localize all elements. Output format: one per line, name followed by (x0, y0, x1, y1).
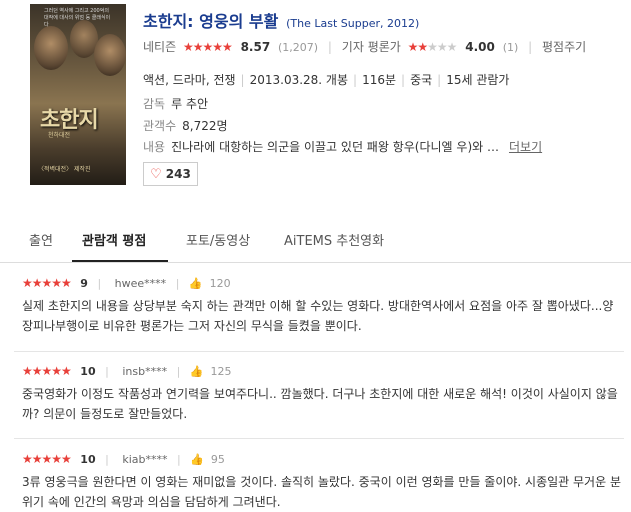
review-stars: ★★★★★ (22, 364, 72, 378)
review-likes: 95 (210, 453, 225, 466)
review-header: ★★★★★ 9 | hwee**** | 👍 120 (22, 276, 231, 290)
genre: 액션, 드라마, 전쟁 (143, 73, 236, 87)
tab-cast[interactable]: 출연 (29, 230, 53, 249)
director-row: 감독 루 추안 (143, 95, 208, 112)
movie-poster[interactable]: 그러던 역사에 그리고 200억의 대작에 대사의 위엄 등 클래식이다 초한지… (30, 4, 126, 185)
director-label: 감독 (143, 97, 166, 111)
runtime: 116분 (362, 73, 397, 87)
thumbs-up-icon[interactable]: 👍 (190, 365, 204, 378)
review-score: 10 (80, 453, 96, 466)
like-button[interactable]: ♡ 243 (143, 162, 198, 186)
description-text: 진나라에 대항하는 의군을 이끌고 있던 패왕 항우(다니엘 우)와 … (171, 140, 499, 154)
critic-score: 4.00 (465, 40, 495, 54)
tab-bar: 출연 관람객 평점 포토/동영상 AiTEMS 추천영화 (0, 214, 631, 263)
thumbs-up-icon[interactable]: 👍 (190, 453, 204, 466)
movie-title-en: (The Last Supper, 2012) (286, 17, 420, 30)
review-likes: 120 (209, 277, 231, 290)
review-user: kiab**** (122, 453, 168, 466)
thumbs-up-icon[interactable]: 👍 (189, 277, 203, 290)
audience-label: 관객수 (143, 119, 177, 133)
poster-subtitle: 천하대전 (48, 132, 71, 139)
netizen-label: 네티즌 (143, 40, 177, 54)
critic-label: 기자 평론가 (341, 40, 401, 54)
review-text: 중국영화가 이정도 작품성과 연기력을 보여주다니.. 깜놀했다. 더구나 초한… (22, 387, 618, 421)
review-user: hwee**** (114, 277, 167, 290)
like-count: 243 (165, 167, 191, 181)
description-label: 내용 (143, 140, 166, 154)
review-header: ★★★★★ 10 | kiab**** | 👍 95 (22, 452, 225, 466)
divider (14, 438, 624, 439)
critic-count: (1) (502, 41, 519, 54)
tab-recommended[interactable]: AiTEMS 추천영화 (284, 230, 384, 249)
active-tab-indicator (72, 260, 168, 262)
country: 중국 (410, 73, 433, 87)
separator: | (528, 40, 533, 54)
heart-icon: ♡ (150, 166, 162, 182)
more-link[interactable]: 더보기 (509, 140, 542, 154)
divider (14, 351, 624, 352)
poster-figure (94, 34, 126, 76)
netizen-score: 8.57 (240, 40, 271, 54)
review-user: insb**** (122, 365, 168, 378)
release-date: 2013.03.28. 개봉 (249, 73, 349, 87)
review-text: 3류 영웅극을 원한다면 이 영화는 재미없을 것이다. 솔직히 놀랐다. 중국… (22, 475, 621, 509)
age-rating: 15세 관람가 (446, 73, 510, 87)
netizen-stars: ★★★★★ (182, 40, 233, 54)
meta-row: 액션, 드라마, 전쟁 | 2013.03.28. 개봉 | 116분 | 중국 | 15세 관… (143, 73, 510, 87)
review-header: ★★★★★ 10 | insb**** | 👍 125 (22, 364, 232, 378)
director-name[interactable]: 루 추안 (171, 97, 208, 111)
tab-audience-rating[interactable]: 관람객 평점 (82, 230, 146, 249)
my-rating-link[interactable]: 평점주기 (542, 40, 586, 54)
rating-row: 네티즌 ★★★★★ 8.57 (1,207) | 기자 평론가 ★★★★★ 4.… (143, 38, 586, 55)
description-row: 내용 진나라에 대항하는 의군을 이끌고 있던 패왕 항우(다니엘 우)와 … 더보… (143, 138, 542, 155)
review-likes: 125 (210, 365, 232, 378)
review-text: 실제 초한지의 내용을 상당부분 숙지 하는 관객만 이해 할 수있는 영화다.… (22, 299, 614, 333)
poster-figure (34, 26, 68, 70)
netizen-count: (1,207) (278, 41, 319, 54)
audience-count: 8,722명 (182, 119, 228, 133)
review-stars: ★★★★★ (22, 452, 72, 466)
review-score: 10 (80, 365, 96, 378)
review-stars: ★★★★★ (22, 276, 72, 290)
separator: | (327, 40, 332, 54)
poster-credit: 〈적벽대전〉 제작진 (38, 166, 91, 173)
movie-title-row: 초한지: 영웅의 부활 (The Last Supper, 2012) (143, 8, 419, 32)
movie-title[interactable]: 초한지: 영웅의 부활 (143, 12, 278, 31)
critic-stars: ★★★★★ (407, 40, 458, 54)
review-score: 9 (80, 277, 88, 290)
tab-photo-video[interactable]: 포토/동영상 (186, 230, 250, 249)
audience-row: 관객수 8,722명 (143, 117, 228, 134)
